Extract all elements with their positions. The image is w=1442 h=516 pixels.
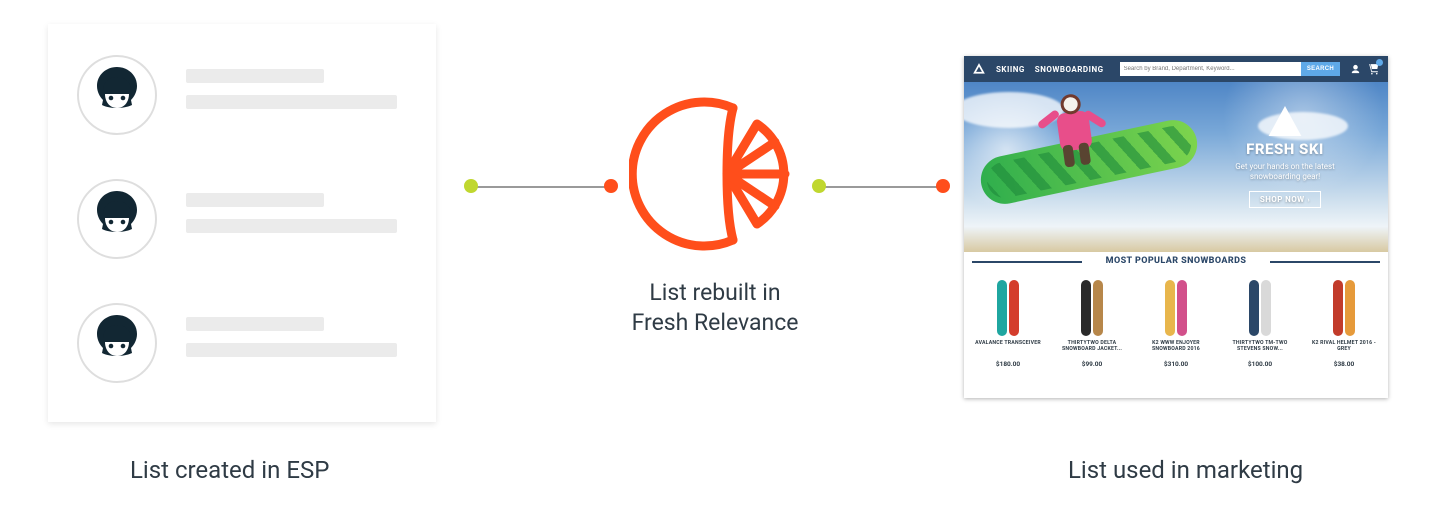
center-block: List rebuilt in Fresh Relevance xyxy=(600,88,830,338)
placeholder-lines xyxy=(186,69,408,121)
product-card[interactable]: AVALANCE TRANSCEIVER $180.00 xyxy=(972,272,1044,368)
product-image xyxy=(1224,272,1296,336)
snowboard-icon xyxy=(1333,280,1343,336)
hero-brand: FRESH SKI xyxy=(1200,140,1370,158)
hero-tagline: Get your hands on the latest snowboardin… xyxy=(1215,162,1355,183)
nav-skiing[interactable]: SKIING xyxy=(996,65,1025,74)
product-image xyxy=(1308,272,1380,336)
snowboard-icon xyxy=(1249,280,1259,336)
avatar-icon xyxy=(76,302,158,384)
nav-snowboarding[interactable]: SNOWBOARDING xyxy=(1035,65,1104,74)
snowboard-icon xyxy=(1081,280,1091,336)
site-topbar: SKIING SNOWBOARDING SEARCH xyxy=(964,56,1388,82)
snowboard-icon xyxy=(1261,280,1271,336)
connector-end-dot xyxy=(936,179,950,193)
marketing-caption: List used in marketing xyxy=(1068,456,1303,484)
snowboard-icon xyxy=(1165,280,1175,336)
product-name: K2 RIVAL HELMET 2016 - GREY xyxy=(1308,340,1380,354)
list-item xyxy=(76,54,408,136)
center-caption-line2: Fresh Relevance xyxy=(632,309,799,336)
center-caption: List rebuilt in Fresh Relevance xyxy=(600,278,830,338)
snowboard-icon xyxy=(1009,280,1019,336)
product-name: K2 WWW ENJOYER SNOWBOARD 2016 xyxy=(1140,340,1212,354)
products-section: MOST POPULAR SNOWBOARDS AVALANCE TRANSCE… xyxy=(964,252,1388,378)
product-image xyxy=(1140,272,1212,336)
user-icon[interactable] xyxy=(1350,64,1361,75)
snowboard-icon xyxy=(1345,280,1355,336)
marketing-site-panel: SKIING SNOWBOARDING SEARCH FRESH SKI xyxy=(964,56,1388,398)
hero-banner: FRESH SKI Get your hands on the latest s… xyxy=(964,82,1388,252)
placeholder-lines xyxy=(186,317,408,369)
product-card[interactable]: K2 RIVAL HELMET 2016 - GREY $38.00 xyxy=(1308,272,1380,368)
placeholder-lines xyxy=(186,193,408,245)
product-name: THIRTYTWO DELTA SNOWBOARD JACKET... xyxy=(1056,340,1128,354)
hero-logo-icon xyxy=(1268,106,1302,136)
product-price: $180.00 xyxy=(972,360,1044,368)
avatar-icon xyxy=(76,54,158,136)
product-price: $99.00 xyxy=(1056,360,1128,368)
connector-start-dot xyxy=(464,179,478,193)
cart-icon[interactable] xyxy=(1367,62,1380,77)
search-input[interactable] xyxy=(1120,62,1301,76)
snowboard-icon xyxy=(1177,280,1187,336)
site-logo-icon xyxy=(972,62,986,76)
list-item xyxy=(76,302,408,384)
connector-line xyxy=(470,186,610,188)
product-name: AVALANCE TRANSCEIVER xyxy=(972,340,1044,354)
product-price: $310.00 xyxy=(1140,360,1212,368)
shop-now-button[interactable]: SHOP NOW› xyxy=(1249,191,1321,208)
product-card[interactable]: K2 WWW ENJOYER SNOWBOARD 2016 $310.00 xyxy=(1140,272,1212,368)
avatar-icon xyxy=(76,178,158,260)
product-price: $38.00 xyxy=(1308,360,1380,368)
search-button[interactable]: SEARCH xyxy=(1301,62,1340,76)
product-price: $100.00 xyxy=(1224,360,1296,368)
snowboarder-graphic xyxy=(1029,83,1119,173)
esp-list-panel xyxy=(48,24,436,422)
connector-line xyxy=(818,186,942,188)
list-item xyxy=(76,178,408,260)
snowboard-icon xyxy=(1093,280,1103,336)
products-heading: MOST POPULAR SNOWBOARDS xyxy=(972,256,1380,266)
esp-caption: List created in ESP xyxy=(130,456,329,484)
product-image xyxy=(1056,272,1128,336)
product-card[interactable]: THIRTYTWO TM-TWO STEVENS SNOW... $100.00 xyxy=(1224,272,1296,368)
product-card[interactable]: THIRTYTWO DELTA SNOWBOARD JACKET... $99.0… xyxy=(1056,272,1128,368)
shop-now-label: SHOP NOW xyxy=(1260,195,1305,204)
center-caption-line1: List rebuilt in xyxy=(649,279,780,306)
product-image xyxy=(972,272,1044,336)
fresh-relevance-logo-icon xyxy=(629,88,801,260)
chevron-right-icon: › xyxy=(1308,196,1311,204)
product-name: THIRTYTWO TM-TWO STEVENS SNOW... xyxy=(1224,340,1296,354)
snowboard-icon xyxy=(997,280,1007,336)
